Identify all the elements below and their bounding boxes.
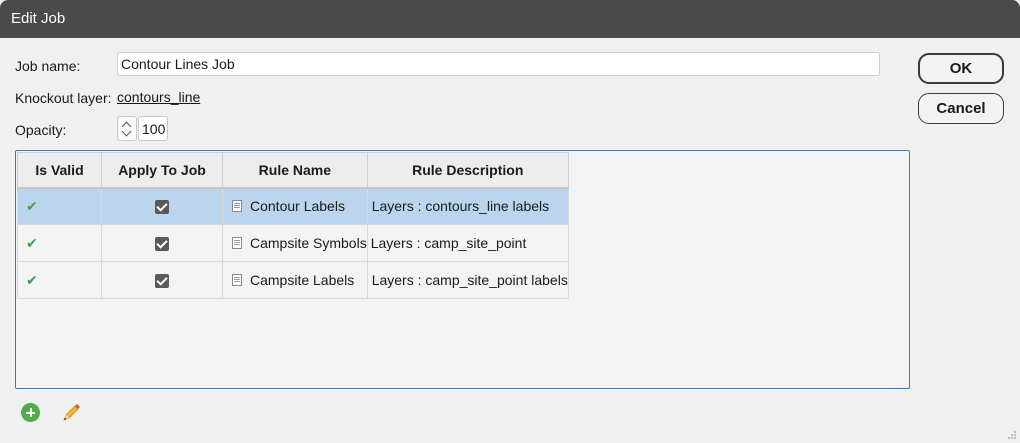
apply-to-job-checkbox[interactable] [155, 237, 169, 252]
rule-description: Layers : contours_line labels [366, 187, 569, 225]
rules-grid[interactable]: Is Valid Apply To Job Rule Name Rule Des… [15, 150, 910, 389]
spin-down-icon[interactable] [121, 126, 132, 137]
column-header-rule-description[interactable]: Rule Description [366, 152, 569, 189]
cancel-button[interactable]: Cancel [918, 93, 1004, 124]
column-header-rule-name[interactable]: Rule Name [222, 152, 368, 189]
window-title: Edit Job [11, 10, 66, 27]
table-row[interactable]: ✔ Contour Labels Layers : contours_line … [17, 187, 569, 225]
valid-check-icon: ✔ [17, 224, 102, 262]
table-row[interactable]: ✔ Campsite Labels Layers : camp_site_poi… [17, 261, 569, 299]
rules-table: Is Valid Apply To Job Rule Name Rule Des… [17, 152, 569, 299]
valid-check-icon: ✔ [17, 187, 102, 225]
valid-check-icon: ✔ [17, 261, 102, 299]
rule-name: Campsite Symbols [250, 235, 367, 251]
knockout-layer-link[interactable]: contours_line [117, 89, 200, 105]
document-icon [232, 200, 242, 213]
opacity-label: Opacity: [15, 122, 67, 138]
opacity-input[interactable]: 100 [138, 116, 168, 141]
table-row[interactable]: ✔ Campsite Symbols Layers : camp_site_po… [17, 224, 569, 262]
opacity-spinner[interactable] [117, 116, 137, 141]
add-rule-icon[interactable] [21, 403, 40, 422]
ok-button[interactable]: OK [918, 53, 1004, 84]
title-bar: Edit Job [0, 0, 1020, 38]
column-header-apply-to-job[interactable]: Apply To Job [101, 152, 223, 189]
document-icon [232, 237, 242, 249]
column-header-is-valid[interactable]: Is Valid [17, 152, 102, 189]
rule-name: Contour Labels [250, 198, 345, 215]
resize-grip-icon[interactable] [1007, 430, 1017, 440]
knockout-layer-label: Knockout layer: [15, 90, 112, 106]
job-name-label: Job name: [15, 58, 81, 74]
apply-to-job-checkbox[interactable] [155, 274, 169, 289]
job-name-input[interactable]: Contour Lines Job [117, 52, 880, 76]
rule-description: Layers : camp_site_point [366, 224, 569, 262]
edit-rule-icon[interactable] [60, 402, 82, 424]
apply-to-job-checkbox[interactable] [155, 200, 169, 215]
rule-description: Layers : camp_site_point labels [366, 261, 569, 299]
rule-name: Campsite Labels [250, 272, 355, 288]
document-icon [232, 274, 242, 286]
